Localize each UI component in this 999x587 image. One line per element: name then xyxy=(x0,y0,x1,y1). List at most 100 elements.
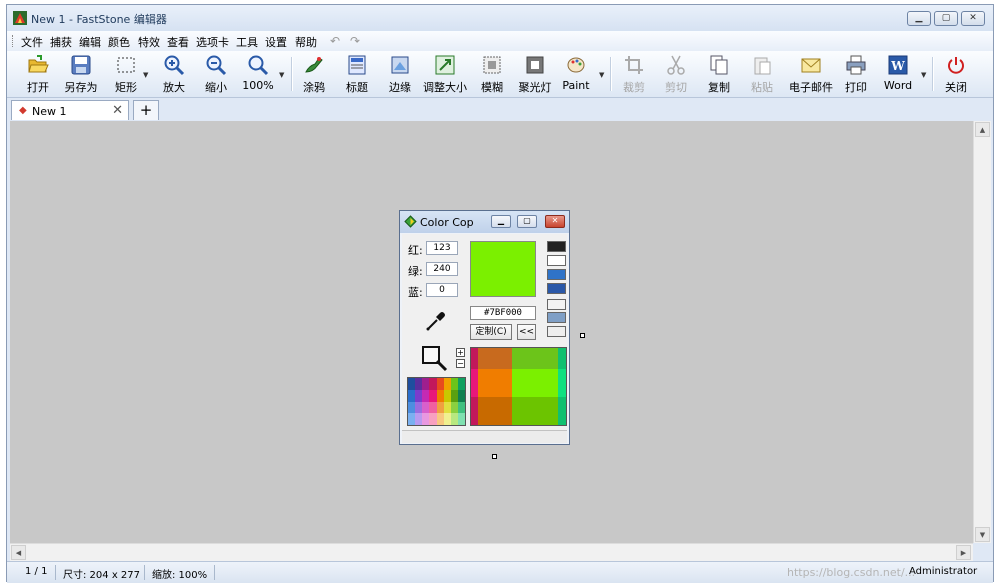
history-swatch[interactable] xyxy=(547,326,566,337)
zoom-minus-icon[interactable]: − xyxy=(456,359,465,368)
palette-swatch[interactable] xyxy=(457,413,465,425)
palette-swatch[interactable] xyxy=(415,389,423,402)
palette-swatch[interactable] xyxy=(422,401,430,414)
add-tab-button[interactable]: + xyxy=(133,100,159,120)
paint-dropdown-icon[interactable]: ▼ xyxy=(599,71,604,79)
palette-swatch[interactable] xyxy=(415,413,423,425)
palette-swatch[interactable] xyxy=(436,413,444,425)
caption-button[interactable]: 标题 xyxy=(342,54,372,95)
palette-swatch[interactable] xyxy=(408,389,416,402)
history-swatch[interactable] xyxy=(547,283,566,294)
print-button[interactable]: 打印 xyxy=(841,54,871,95)
zoom-in-button[interactable]: 放大 xyxy=(159,54,189,95)
eyedropper-icon[interactable] xyxy=(424,309,448,333)
resize-button[interactable]: 调整大小 xyxy=(423,54,467,95)
palette-swatch[interactable] xyxy=(422,413,430,425)
palette-swatch[interactable] xyxy=(450,389,458,402)
history-swatch[interactable] xyxy=(547,312,566,323)
minimize-button[interactable]: ▁ xyxy=(907,11,931,26)
save-as-button[interactable]: 另存为 xyxy=(63,54,99,95)
palette-swatch[interactable] xyxy=(457,389,465,402)
palette-swatch[interactable] xyxy=(436,389,444,402)
resize-handle-right[interactable] xyxy=(580,333,585,338)
menu-capture[interactable]: 捕获 xyxy=(50,34,72,50)
palette-swatch[interactable] xyxy=(443,389,451,402)
copy-button[interactable]: 复制 xyxy=(704,54,734,95)
tab-close-icon[interactable]: ✕ xyxy=(112,103,123,118)
palette-swatch[interactable] xyxy=(415,378,423,390)
collapse-button[interactable]: << xyxy=(517,324,536,340)
scroll-up-icon[interactable]: ▲ xyxy=(975,122,990,137)
hex-value-field[interactable]: #7BF000 xyxy=(470,306,536,320)
edge-button[interactable]: 边缘 xyxy=(385,54,415,95)
maximize-button[interactable]: ▢ xyxy=(934,11,958,26)
crop-button[interactable]: 裁剪 xyxy=(619,54,649,95)
blur-button[interactable]: 模糊 xyxy=(477,54,507,95)
word-button[interactable]: W Word xyxy=(883,54,913,92)
green-value-field[interactable]: 240 xyxy=(426,262,458,276)
blue-value-field[interactable]: 0 xyxy=(426,283,458,297)
palette-swatch[interactable] xyxy=(443,401,451,414)
magnifier-icon[interactable] xyxy=(420,344,448,372)
palette-swatch[interactable] xyxy=(457,401,465,414)
palette-swatch[interactable] xyxy=(429,401,437,414)
spotlight-button[interactable]: 聚光灯 xyxy=(517,54,553,95)
palette-swatch[interactable] xyxy=(450,413,458,425)
rectangle-select-button[interactable]: 矩形 xyxy=(111,54,141,95)
open-button[interactable]: 打开 xyxy=(23,54,53,95)
palette-swatch[interactable] xyxy=(436,378,444,390)
paint-button[interactable]: Paint xyxy=(561,54,591,92)
scroll-down-icon[interactable]: ▼ xyxy=(975,527,990,542)
redo-icon[interactable]: ↷ xyxy=(350,34,360,48)
palette-swatch[interactable] xyxy=(429,378,437,390)
history-swatch[interactable] xyxy=(547,255,566,266)
palette-swatch[interactable] xyxy=(443,413,451,425)
rectangle-dropdown-icon[interactable]: ▼ xyxy=(143,71,148,79)
zoom-plus-icon[interactable]: + xyxy=(456,348,465,357)
horizontal-scrollbar[interactable]: ◀ ▶ xyxy=(10,543,973,561)
zoom-dropdown-icon[interactable]: ▼ xyxy=(279,71,284,79)
color-cop-minimize-button[interactable]: ▁ xyxy=(491,215,511,228)
vertical-scrollbar[interactable]: ▲ ▼ xyxy=(973,121,991,543)
tab-new-1[interactable]: ◆ New 1 ✕ xyxy=(11,100,129,120)
close-window-button[interactable]: ✕ xyxy=(961,11,985,26)
palette-swatch[interactable] xyxy=(408,401,416,414)
history-swatch[interactable] xyxy=(547,241,566,252)
palette-swatch[interactable] xyxy=(429,389,437,402)
palette-swatch[interactable] xyxy=(422,389,430,402)
menu-help[interactable]: 帮助 xyxy=(295,34,317,50)
word-dropdown-icon[interactable]: ▼ xyxy=(921,71,926,79)
palette-swatch[interactable] xyxy=(457,378,465,390)
scroll-right-icon[interactable]: ▶ xyxy=(956,545,971,560)
history-swatch[interactable] xyxy=(547,269,566,280)
zoom-out-button[interactable]: 缩小 xyxy=(201,54,231,95)
color-cop-maximize-button[interactable]: ▢ xyxy=(517,215,537,228)
zoom-level-button[interactable]: 100% xyxy=(241,54,275,92)
custom-color-button[interactable]: 定制(C) xyxy=(470,324,512,340)
menu-view[interactable]: 查看 xyxy=(167,34,189,50)
palette-swatch[interactable] xyxy=(408,413,416,425)
palette-swatch[interactable] xyxy=(443,378,451,390)
palette-swatch[interactable] xyxy=(429,413,437,425)
palette-swatch[interactable] xyxy=(450,401,458,414)
menu-tools[interactable]: 工具 xyxy=(236,34,258,50)
paste-button[interactable]: 粘贴 xyxy=(747,54,777,95)
menu-settings[interactable]: 设置 xyxy=(265,34,287,50)
resize-handle-bottom[interactable] xyxy=(492,454,497,459)
close-app-button[interactable]: 关闭 xyxy=(941,54,971,95)
palette-swatch[interactable] xyxy=(422,378,430,390)
palette-swatch[interactable] xyxy=(408,378,416,390)
history-swatch[interactable] xyxy=(547,299,566,310)
palette-swatch[interactable] xyxy=(415,401,423,414)
palette-swatch[interactable] xyxy=(436,401,444,414)
scroll-left-icon[interactable]: ◀ xyxy=(11,545,26,560)
undo-icon[interactable]: ↶ xyxy=(330,34,340,48)
palette-swatch[interactable] xyxy=(450,378,458,390)
cut-button[interactable]: 剪切 xyxy=(661,54,691,95)
menu-tabs[interactable]: 选项卡 xyxy=(196,34,229,50)
draw-button[interactable]: 涂鸦 xyxy=(299,54,329,95)
menu-file[interactable]: 文件 xyxy=(21,34,43,50)
menu-effects[interactable]: 特效 xyxy=(138,34,160,50)
menu-color[interactable]: 颜色 xyxy=(108,34,130,50)
email-button[interactable]: 电子邮件 xyxy=(789,54,833,95)
